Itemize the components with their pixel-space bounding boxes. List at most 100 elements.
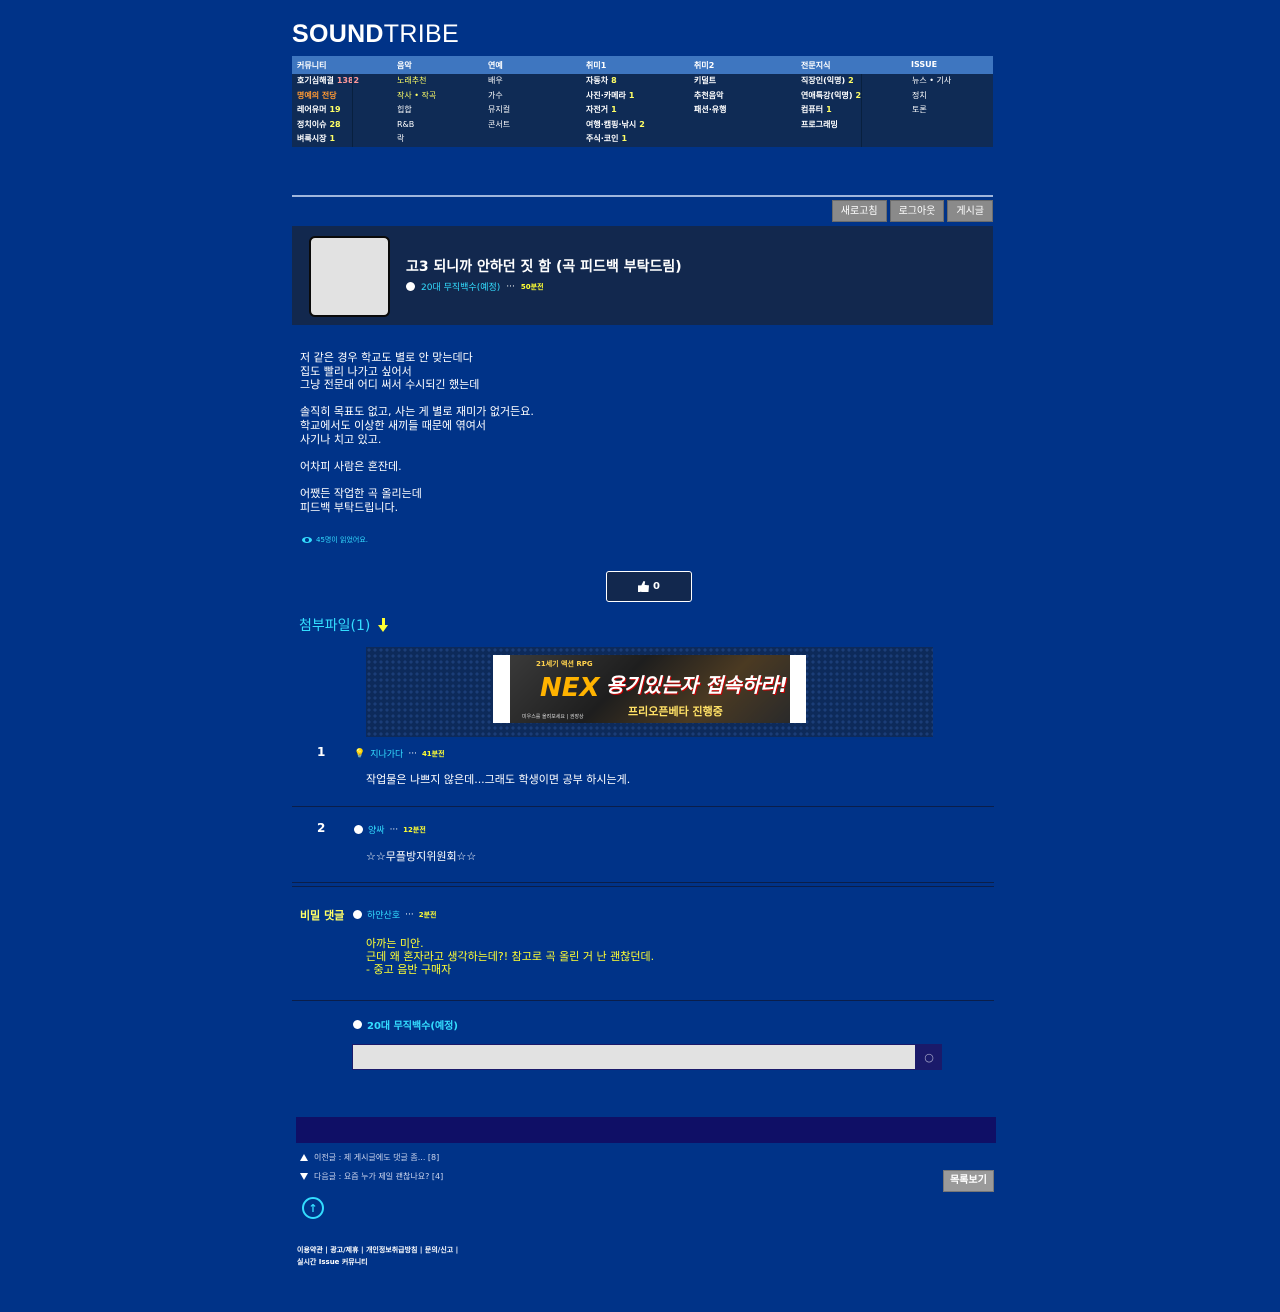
nav-col-community: 호기심해결 1382 명예의 전당 레어유머 19 정치이슈 28 벼룩시장 1 (297, 74, 359, 147)
nav-header-expert[interactable]: 전문지식 (801, 60, 830, 71)
nav-item[interactable]: 추천음악 (694, 89, 726, 104)
nav-item[interactable]: 배우 (488, 74, 510, 89)
attachments-label: 첨부파일(1) (299, 618, 371, 634)
refresh-button[interactable]: 새로고침 (831, 200, 887, 222)
footer-links[interactable]: 이용약관 | 광고/제휴 | 개인정보취급방침 | 문의/신고 | (297, 1244, 467, 1256)
bottom-bar (296, 1117, 996, 1143)
nav-header-hobby1[interactable]: 취미1 (586, 60, 606, 71)
moon-icon (353, 910, 362, 919)
ad-subheadline: 프리오픈베타 진행중 (628, 705, 723, 718)
next-post-text: 다음글 : 요즘 누가 제일 괜찮나요? [4] (314, 1172, 444, 1181)
nav-item[interactable]: 힙합 (397, 103, 436, 118)
logout-button[interactable]: 로그아웃 (889, 200, 945, 222)
site-logo[interactable]: SOUNDTRIBE (292, 20, 459, 49)
comment-divider (292, 882, 994, 883)
nav-col-entertainment: 배우 가수 뮤지컬 콘서트 (488, 74, 510, 147)
ad-footnote: 미우스를 올려보세요 | 권장상 (522, 714, 584, 720)
nav-item[interactable]: 직장인(익명) 2 (801, 74, 861, 89)
nav-item[interactable]: 사진·카메라 1 (586, 89, 645, 104)
post-meta: 20대 무직백수(예정) ··· 50분전 (406, 280, 544, 293)
nav-item[interactable]: 가수 (488, 89, 510, 104)
submit-comment-button[interactable]: ○ (916, 1044, 942, 1070)
logo-bold-text: SOUND (292, 20, 384, 48)
comment-divider (292, 886, 994, 887)
prev-post-link[interactable]: 이전글 : 제 게시글에도 댓글 좀... [8] (300, 1152, 439, 1163)
toolbar: 새로고침 로그아웃 게시글 (831, 200, 993, 222)
bulb-icon: 💡 (354, 748, 366, 759)
ad-game-logo: NEX (540, 673, 600, 703)
footer: 이용약관 | 광고/제휴 | 개인정보취급방침 | 문의/신고 | 실시간 Is… (297, 1244, 467, 1268)
nav-item[interactable]: 컴퓨터 1 (801, 103, 861, 118)
nav-item[interactable]: 정치이슈 28 (297, 118, 359, 133)
nav-item[interactable]: 연애특강(익명) 2 (801, 89, 861, 104)
nav-item[interactable]: 정치 (912, 89, 951, 104)
nav-item[interactable]: 뮤지컬 (488, 103, 510, 118)
comment-number: 1 (317, 745, 326, 759)
nav-item[interactable]: R&B (397, 118, 436, 133)
view-count: 45명이 읽었어요. (302, 535, 368, 545)
comment-divider (292, 806, 994, 807)
nav-divider (352, 74, 353, 147)
nav-divider (861, 74, 862, 147)
scroll-top-button[interactable]: ↑ (302, 1197, 324, 1219)
ad-headline: 용기있는자 접속하라! (606, 673, 788, 697)
nav-header-row: 커뮤니티 음악 연예 취미1 취미2 전문지식 ISSUE (292, 56, 993, 74)
comment-text: 작업물은 나쁘지 않은데...그래도 학생이면 공부 하시는게. (366, 773, 631, 786)
ad-tagline: 21세기 액션 RPG (536, 660, 593, 668)
comment-meta: 💡 지나가다 ··· 41분전 (354, 747, 445, 761)
comment-form: ○ (352, 1044, 942, 1070)
nav-item[interactable]: 레어유머 19 (297, 103, 359, 118)
comment-author[interactable]: 지나가다 (370, 747, 403, 760)
nav-item[interactable]: 자전거 1 (586, 103, 645, 118)
header-divider (292, 195, 993, 197)
nav-item[interactable]: 프로그래밍 (801, 118, 861, 133)
triangle-up-icon (300, 1154, 308, 1161)
nav-item[interactable]: 호기심해결 1382 (297, 74, 359, 89)
secret-comment-text: 아까는 미안. 근데 왜 혼자라고 생각하는데?! 참고로 곡 올린 거 난 괜… (366, 937, 655, 976)
comment-input[interactable] (353, 1045, 915, 1069)
comment-time: 2분전 (418, 910, 437, 919)
meta-separator: ··· (389, 824, 399, 835)
nav-item[interactable]: 뉴스 • 기사 (912, 74, 951, 89)
comment-author[interactable]: 양싸 (368, 823, 385, 836)
nav-item[interactable]: 벼룩시장 1 (297, 132, 359, 147)
nav-item[interactable]: 여행·캠핑·낚시 2 (586, 118, 645, 133)
nav-item[interactable]: 노래추천 (397, 74, 436, 89)
nav-item[interactable]: 패션·유행 (694, 103, 726, 118)
nav-item[interactable]: 주식·코인 1 (586, 132, 645, 147)
post-content: 저 같은 경우 학교도 별로 안 맞는데다 집도 빨리 나가고 싶어서 그냥 전… (300, 351, 534, 514)
like-count: 0 (653, 581, 660, 592)
user-level-icon (354, 825, 363, 834)
triangle-down-icon (300, 1173, 308, 1180)
post-author[interactable]: 20대 무직백수(예정) (421, 280, 500, 293)
nav-header-entertainment[interactable]: 연예 (488, 60, 503, 71)
ad-banner-frame: 21세기 액션 RPG NEX 용기있는자 접속하라! 프리오픈베타 진행중 미… (493, 655, 806, 723)
comment-time: 12분전 (403, 825, 426, 834)
download-arrow-icon (378, 617, 389, 632)
nav-header-community[interactable]: 커뮤니티 (297, 60, 326, 71)
nav-item[interactable]: 키덜트 (694, 74, 726, 89)
nav-item[interactable]: 콘서트 (488, 118, 510, 133)
search-icon: ○ (924, 1050, 934, 1064)
comment-author[interactable]: 하얀산호 (367, 908, 400, 921)
comment-input-wrapper (352, 1044, 916, 1070)
like-button[interactable]: 0 (606, 571, 692, 602)
nav-item[interactable]: 명예의 전당 (297, 89, 359, 104)
nav-item[interactable]: 토론 (912, 103, 951, 118)
meta-separator: ··· (405, 909, 414, 920)
list-button[interactable]: 목록보기 (943, 1170, 994, 1192)
nav-header-music[interactable]: 음악 (397, 60, 412, 71)
user-level-icon (353, 1020, 362, 1029)
next-post-link[interactable]: 다음글 : 요즘 누가 제일 괜찮나요? [4] (300, 1171, 443, 1182)
nav-header-issue[interactable]: ISSUE (911, 60, 937, 69)
write-post-button[interactable]: 게시글 (947, 200, 993, 222)
author-avatar[interactable] (309, 236, 390, 317)
nav-item[interactable]: 자동차 8 (586, 74, 645, 89)
comment-meta: 하얀산호 ··· 2분전 (353, 908, 436, 921)
ad-banner[interactable]: 21세기 액션 RPG NEX 용기있는자 접속하라! 프리오픈베타 진행중 미… (366, 647, 933, 737)
nav-item[interactable]: 락 (397, 132, 436, 147)
attachments-toggle[interactable]: 첨부파일(1) (299, 615, 389, 635)
reply-author: 20대 무직백수(예정) (353, 1017, 458, 1032)
nav-header-hobby2[interactable]: 취미2 (694, 60, 714, 71)
nav-item[interactable]: 작사 • 작곡 (397, 89, 436, 104)
